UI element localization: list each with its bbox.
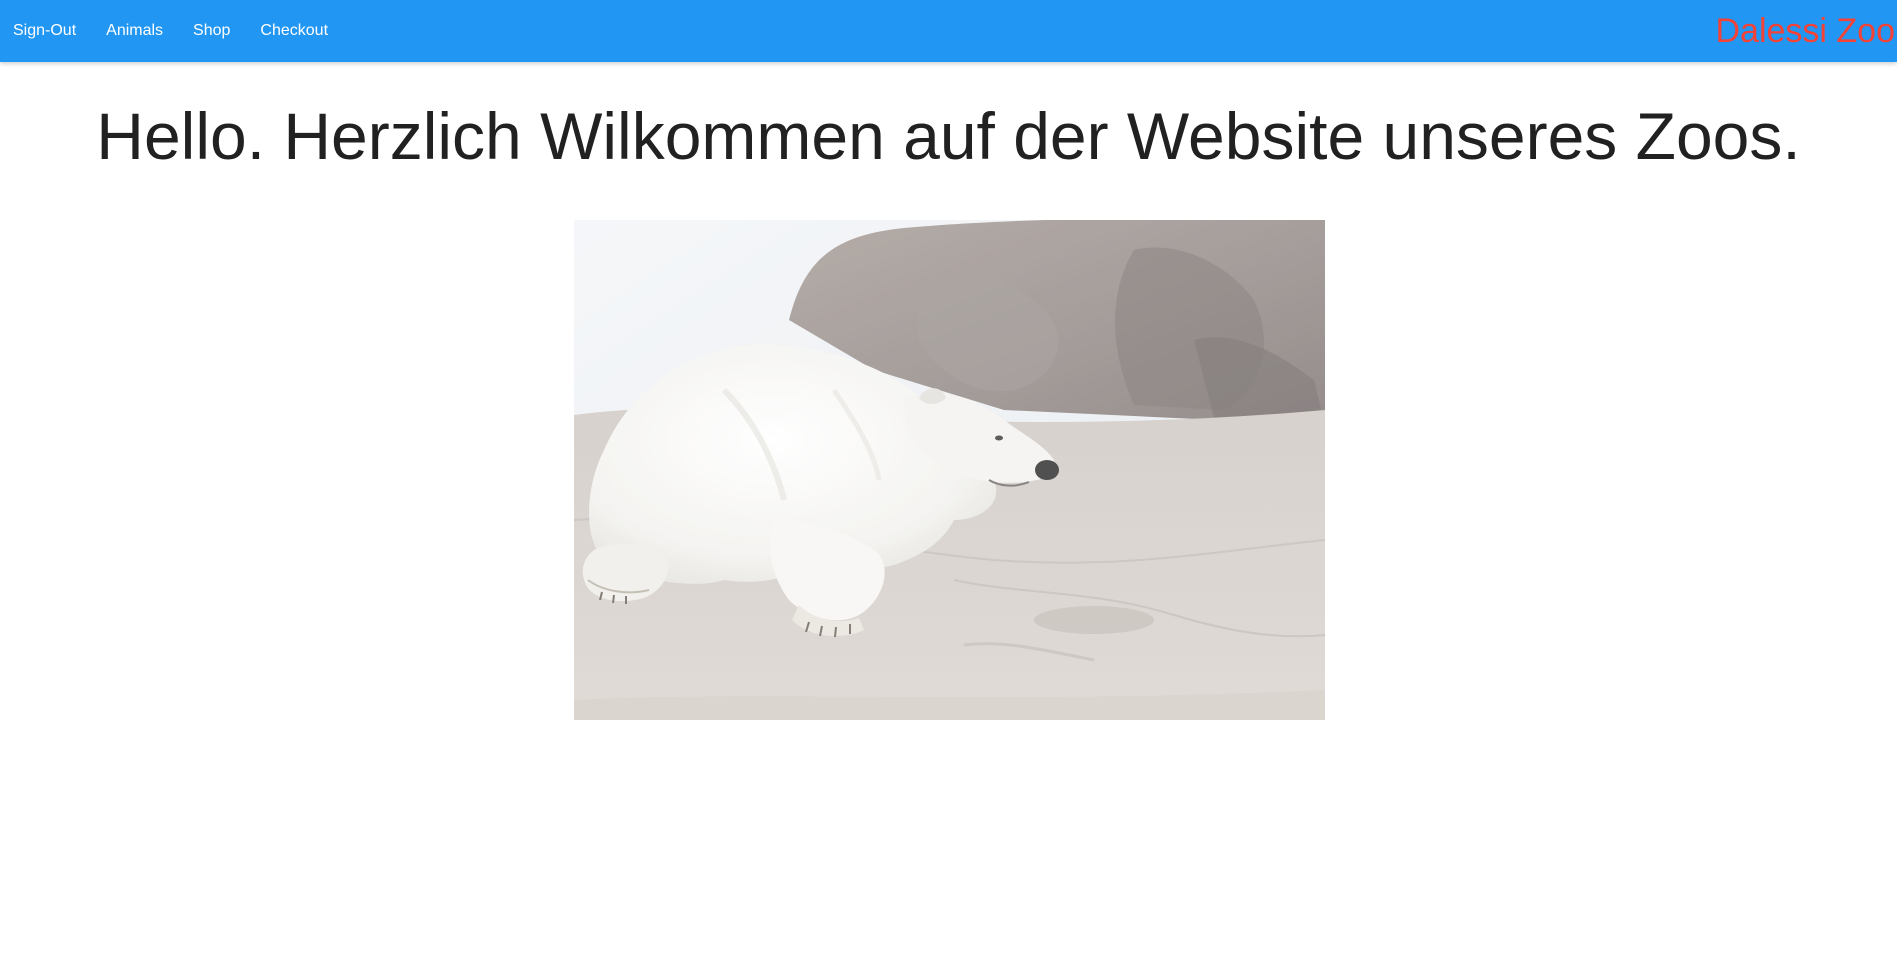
top-navbar: Sign-Out Animals Shop Checkout Dalessi Z… bbox=[0, 0, 1897, 62]
nav-link-checkout[interactable]: Checkout bbox=[260, 22, 328, 40]
nav-links: Sign-Out Animals Shop Checkout bbox=[0, 0, 358, 62]
nav-link-animals[interactable]: Animals bbox=[106, 22, 163, 40]
brand-logo-text[interactable]: Dalessi Zoo bbox=[1715, 0, 1895, 62]
nav-link-shop[interactable]: Shop bbox=[193, 22, 230, 40]
polar-bear-image bbox=[574, 220, 1325, 720]
nav-link-sign-out[interactable]: Sign-Out bbox=[13, 22, 76, 40]
page-title: Hello. Herzlich Wilkommen auf der Websit… bbox=[96, 99, 1801, 173]
